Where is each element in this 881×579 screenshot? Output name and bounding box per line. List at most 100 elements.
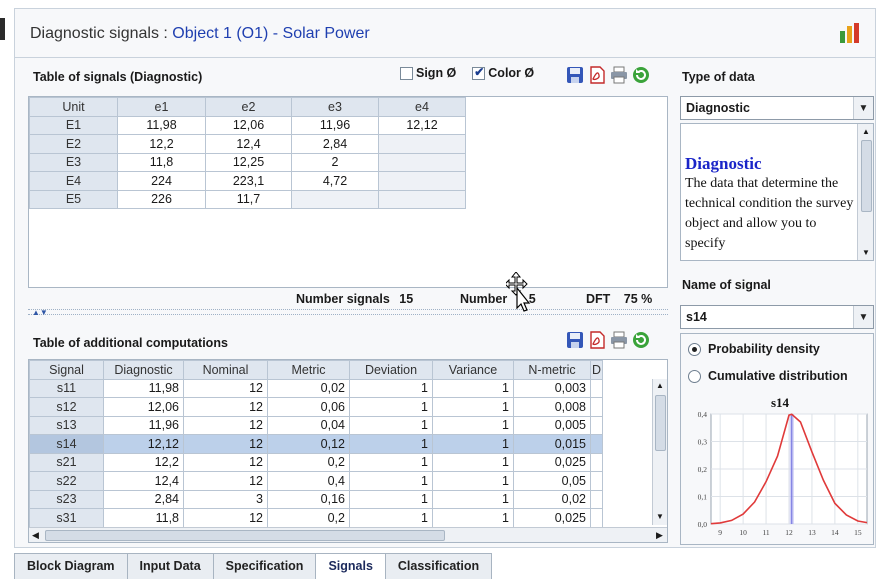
table-cell[interactable]: 1 bbox=[432, 434, 514, 454]
table-cell[interactable] bbox=[590, 378, 603, 398]
table-cell[interactable] bbox=[291, 189, 379, 209]
splitter-arrows-icon[interactable]: ▲▼ bbox=[32, 308, 48, 317]
scroll-thumb-horizontal[interactable] bbox=[45, 530, 445, 541]
column-header[interactable]: Metric bbox=[267, 360, 350, 380]
table-cell[interactable]: 4,72 bbox=[291, 171, 379, 191]
table-cell[interactable]: 0,05 bbox=[513, 471, 591, 491]
tab-signals[interactable]: Signals bbox=[315, 553, 386, 579]
table-cell[interactable] bbox=[590, 452, 603, 472]
radio-button[interactable] bbox=[688, 369, 701, 383]
table-cell[interactable]: 0,025 bbox=[513, 508, 591, 528]
table-cell[interactable]: 2 bbox=[291, 152, 379, 172]
computations-horizontal-scrollbar[interactable]: ◀ ▶ bbox=[29, 527, 667, 542]
column-header[interactable]: e3 bbox=[291, 97, 379, 117]
table-row[interactable]: s22 12,4 12 0,4 1 1 0,05 bbox=[29, 471, 603, 491]
scroll-down-icon[interactable]: ▼ bbox=[656, 512, 664, 521]
color-checkbox[interactable]: Color Ø bbox=[472, 65, 534, 80]
table-cell[interactable]: 11,96 bbox=[291, 115, 379, 135]
table-row[interactable]: E2 12,2 12,4 2,84 bbox=[29, 134, 466, 154]
table-cell[interactable]: 11,96 bbox=[103, 415, 184, 435]
table-row[interactable]: s12 12,06 12 0,06 1 1 0,008 bbox=[29, 397, 603, 417]
column-header[interactable]: Unit bbox=[29, 97, 118, 117]
tab-block-diagram[interactable]: Block Diagram bbox=[14, 553, 128, 579]
print-icon[interactable] bbox=[610, 331, 628, 349]
table-cell[interactable]: 1 bbox=[432, 452, 514, 472]
scroll-thumb[interactable] bbox=[861, 140, 872, 212]
table-cell[interactable]: 0,003 bbox=[513, 378, 591, 398]
save-icon[interactable] bbox=[566, 331, 584, 349]
table-cell[interactable]: 3 bbox=[183, 489, 268, 509]
table-cell[interactable]: 12 bbox=[183, 452, 268, 472]
table-cell[interactable]: 12,4 bbox=[103, 471, 184, 491]
table-cell[interactable]: 0,2 bbox=[267, 508, 350, 528]
table-cell[interactable] bbox=[590, 434, 603, 454]
column-header[interactable]: e2 bbox=[205, 97, 292, 117]
table-row[interactable]: s21 12,2 12 0,2 1 1 0,025 bbox=[29, 452, 603, 472]
table-cell[interactable]: 12 bbox=[183, 434, 268, 454]
refresh-icon[interactable] bbox=[632, 66, 650, 84]
column-header[interactable]: e4 bbox=[378, 97, 466, 117]
table-cell[interactable]: 223,1 bbox=[205, 171, 292, 191]
description-scrollbar[interactable]: ▲ ▼ bbox=[857, 124, 873, 260]
table-cell[interactable] bbox=[378, 152, 466, 172]
table-cell[interactable]: 1 bbox=[349, 434, 433, 454]
scroll-left-icon[interactable]: ◀ bbox=[32, 530, 39, 541]
pdf-icon[interactable] bbox=[588, 66, 606, 84]
print-icon[interactable] bbox=[610, 66, 628, 84]
table-cell[interactable]: 1 bbox=[349, 508, 433, 528]
sign-checkbox[interactable]: Sign Ø bbox=[400, 66, 456, 80]
column-header[interactable]: N-metric bbox=[513, 360, 591, 380]
table-cell[interactable]: 12,06 bbox=[103, 397, 184, 417]
table-cell[interactable] bbox=[590, 471, 603, 491]
table-cell[interactable]: 0,02 bbox=[267, 378, 350, 398]
column-header[interactable]: Variance bbox=[432, 360, 514, 380]
table-cell[interactable]: 0,04 bbox=[267, 415, 350, 435]
table-cell[interactable]: 11,98 bbox=[117, 115, 206, 135]
table-cell[interactable]: 12 bbox=[183, 378, 268, 398]
table-cell[interactable]: 11,7 bbox=[205, 189, 292, 209]
table-cell[interactable]: 1 bbox=[432, 471, 514, 491]
probability-density-radio[interactable]: Probability density bbox=[688, 342, 820, 356]
pdf-icon[interactable] bbox=[588, 331, 606, 349]
table-cell[interactable]: 0,4 bbox=[267, 471, 350, 491]
table-cell[interactable]: 1 bbox=[349, 471, 433, 491]
table-cell[interactable]: 12,4 bbox=[205, 134, 292, 154]
table-row-selected[interactable]: s14 12,12 12 0,12 1 1 0,015 bbox=[29, 434, 603, 454]
table-cell[interactable]: 1 bbox=[432, 508, 514, 528]
column-header[interactable]: e1 bbox=[117, 97, 206, 117]
table-cell[interactable]: 0,16 bbox=[267, 489, 350, 509]
save-icon[interactable] bbox=[566, 66, 584, 84]
bar-chart-icon[interactable] bbox=[838, 21, 862, 45]
table-cell[interactable] bbox=[590, 489, 603, 509]
color-checkbox-box[interactable] bbox=[472, 65, 486, 80]
table-cell[interactable]: 0,2 bbox=[267, 452, 350, 472]
table-cell[interactable] bbox=[590, 508, 603, 528]
table-cell[interactable]: 11,8 bbox=[103, 508, 184, 528]
table-cell[interactable]: 0,02 bbox=[513, 489, 591, 509]
table-cell[interactable]: 2,84 bbox=[103, 489, 184, 509]
table-cell[interactable]: 0,06 bbox=[267, 397, 350, 417]
table-cell[interactable]: 12 bbox=[183, 415, 268, 435]
table-cell[interactable] bbox=[378, 189, 466, 209]
table-cell[interactable] bbox=[378, 171, 466, 191]
table-cell[interactable]: 1 bbox=[432, 415, 514, 435]
table-cell[interactable]: 1 bbox=[432, 489, 514, 509]
table-row[interactable]: s23 2,84 3 0,16 1 1 0,02 bbox=[29, 489, 603, 509]
sign-checkbox-box[interactable] bbox=[400, 66, 413, 80]
scroll-up-icon[interactable]: ▲ bbox=[862, 127, 870, 136]
table-cell[interactable] bbox=[378, 134, 466, 154]
table-cell[interactable]: 0,008 bbox=[513, 397, 591, 417]
table-cell[interactable]: 224 bbox=[117, 171, 206, 191]
table-row[interactable]: E5 226 11,7 bbox=[29, 189, 466, 209]
computations-vertical-scrollbar[interactable]: ▲ ▼ bbox=[652, 379, 667, 525]
table-cell[interactable]: 11,8 bbox=[117, 152, 206, 172]
table-cell[interactable]: 12 bbox=[183, 397, 268, 417]
scroll-down-icon[interactable]: ▼ bbox=[862, 248, 870, 257]
table-cell[interactable]: 11,98 bbox=[103, 378, 184, 398]
column-header[interactable]: Diagnostic bbox=[103, 360, 184, 380]
table-cell[interactable]: 1 bbox=[349, 415, 433, 435]
chevron-down-icon[interactable]: ▼ bbox=[853, 306, 873, 328]
column-header[interactable]: Signal bbox=[29, 360, 104, 380]
table-cell[interactable]: 12,12 bbox=[378, 115, 466, 135]
type-of-data-select[interactable]: Diagnostic ▼ bbox=[680, 96, 874, 120]
